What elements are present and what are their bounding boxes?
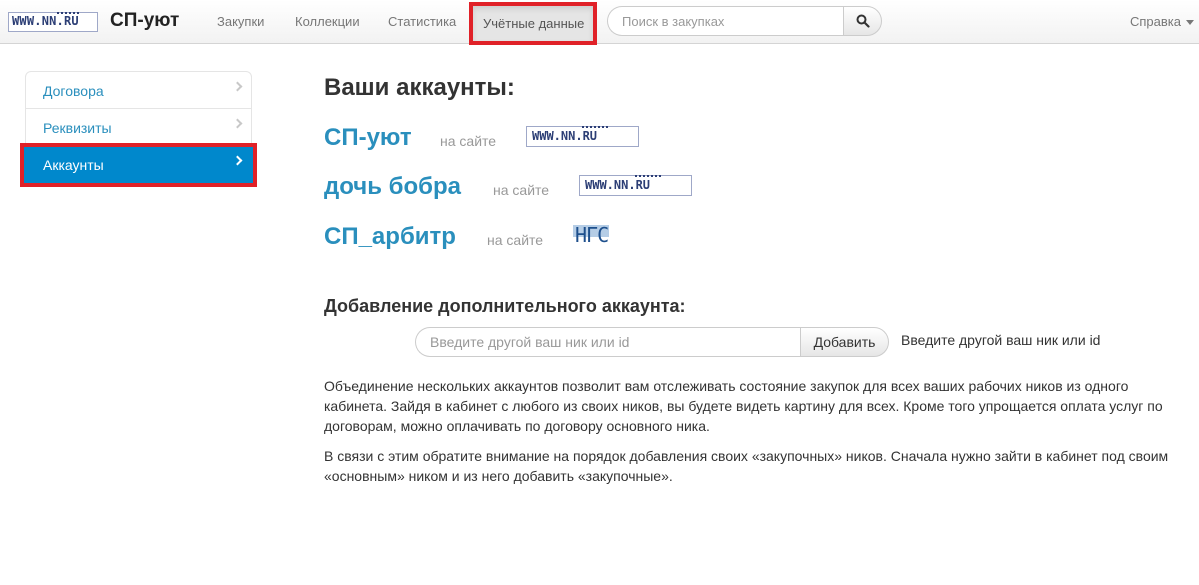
nav-link-account-data-label: Учётные данные (483, 16, 585, 31)
chevron-right-icon (232, 118, 243, 129)
search-icon (856, 14, 870, 28)
sidebar-nav: Договора Реквизиты Аккаунты (20, 71, 257, 187)
top-navbar: WWW.NN.RU СП-уют Закупки Коллекции Стати… (0, 0, 1199, 45)
sidebar-item-label: Реквизиты (43, 120, 112, 136)
page-title: Ваши аккаунты: (324, 74, 515, 101)
brand-name[interactable]: СП-уют (110, 10, 179, 32)
sidebar-item-label: Аккаунты (43, 157, 104, 173)
nav-link-statistics[interactable]: Статистика (388, 14, 456, 29)
add-account-help-text: Введите другой ваш ник или id (901, 332, 1101, 348)
sidebar-item-label: Договора (43, 83, 104, 99)
site-logo-text: WWW.NN.RU (532, 129, 598, 143)
nn-ru-logo[interactable]: WWW.NN.RU (8, 12, 98, 32)
info-paragraph: Объединение нескольких аккаунтов позволи… (324, 378, 1163, 434)
help-dropdown[interactable]: Справка (1130, 14, 1194, 29)
account-site-label: на сайте (487, 232, 544, 248)
info-paragraph: В связи с этим обратите внимание на поря… (324, 448, 1169, 484)
chevron-right-icon (232, 155, 243, 166)
help-label: Справка (1130, 14, 1181, 29)
sidebar-item-contracts[interactable]: Договора (26, 72, 251, 109)
add-account-button[interactable]: Добавить (800, 327, 889, 357)
caret-down-icon (1186, 20, 1194, 26)
account-site-label: на сайте (493, 182, 550, 198)
sidebar-item-requisites[interactable]: Реквизиты (26, 109, 251, 146)
account-site-label: на сайте (440, 133, 497, 149)
search-button[interactable] (843, 6, 882, 36)
chevron-right-icon (232, 81, 243, 92)
sidebar-item-accounts[interactable]: Аккаунты (20, 143, 257, 187)
add-account-input[interactable] (415, 327, 801, 357)
site-logo-text: WWW.NN.RU (585, 178, 651, 192)
account-name-link[interactable]: СП_арбитр (324, 223, 456, 251)
ngs-site-logo: НГС (573, 223, 609, 247)
site-logo-text: НГС (575, 223, 609, 247)
account-name-link[interactable]: СП-уют (324, 124, 412, 152)
nav-link-collections[interactable]: Коллекции (295, 14, 360, 29)
logo-text: WWW.NN.RU (12, 14, 79, 28)
search-input[interactable] (607, 6, 844, 36)
add-account-heading: Добавление дополнительного аккаунта: (324, 296, 686, 316)
nn-ru-site-logo: WWW.NN.RU (579, 175, 692, 196)
nav-link-account-data[interactable]: Учётные данные (469, 2, 597, 45)
nav-link-purchases[interactable]: Закупки (217, 14, 264, 29)
nn-ru-site-logo: WWW.NN.RU (526, 126, 639, 147)
account-name-link[interactable]: дочь бобра (324, 173, 461, 201)
